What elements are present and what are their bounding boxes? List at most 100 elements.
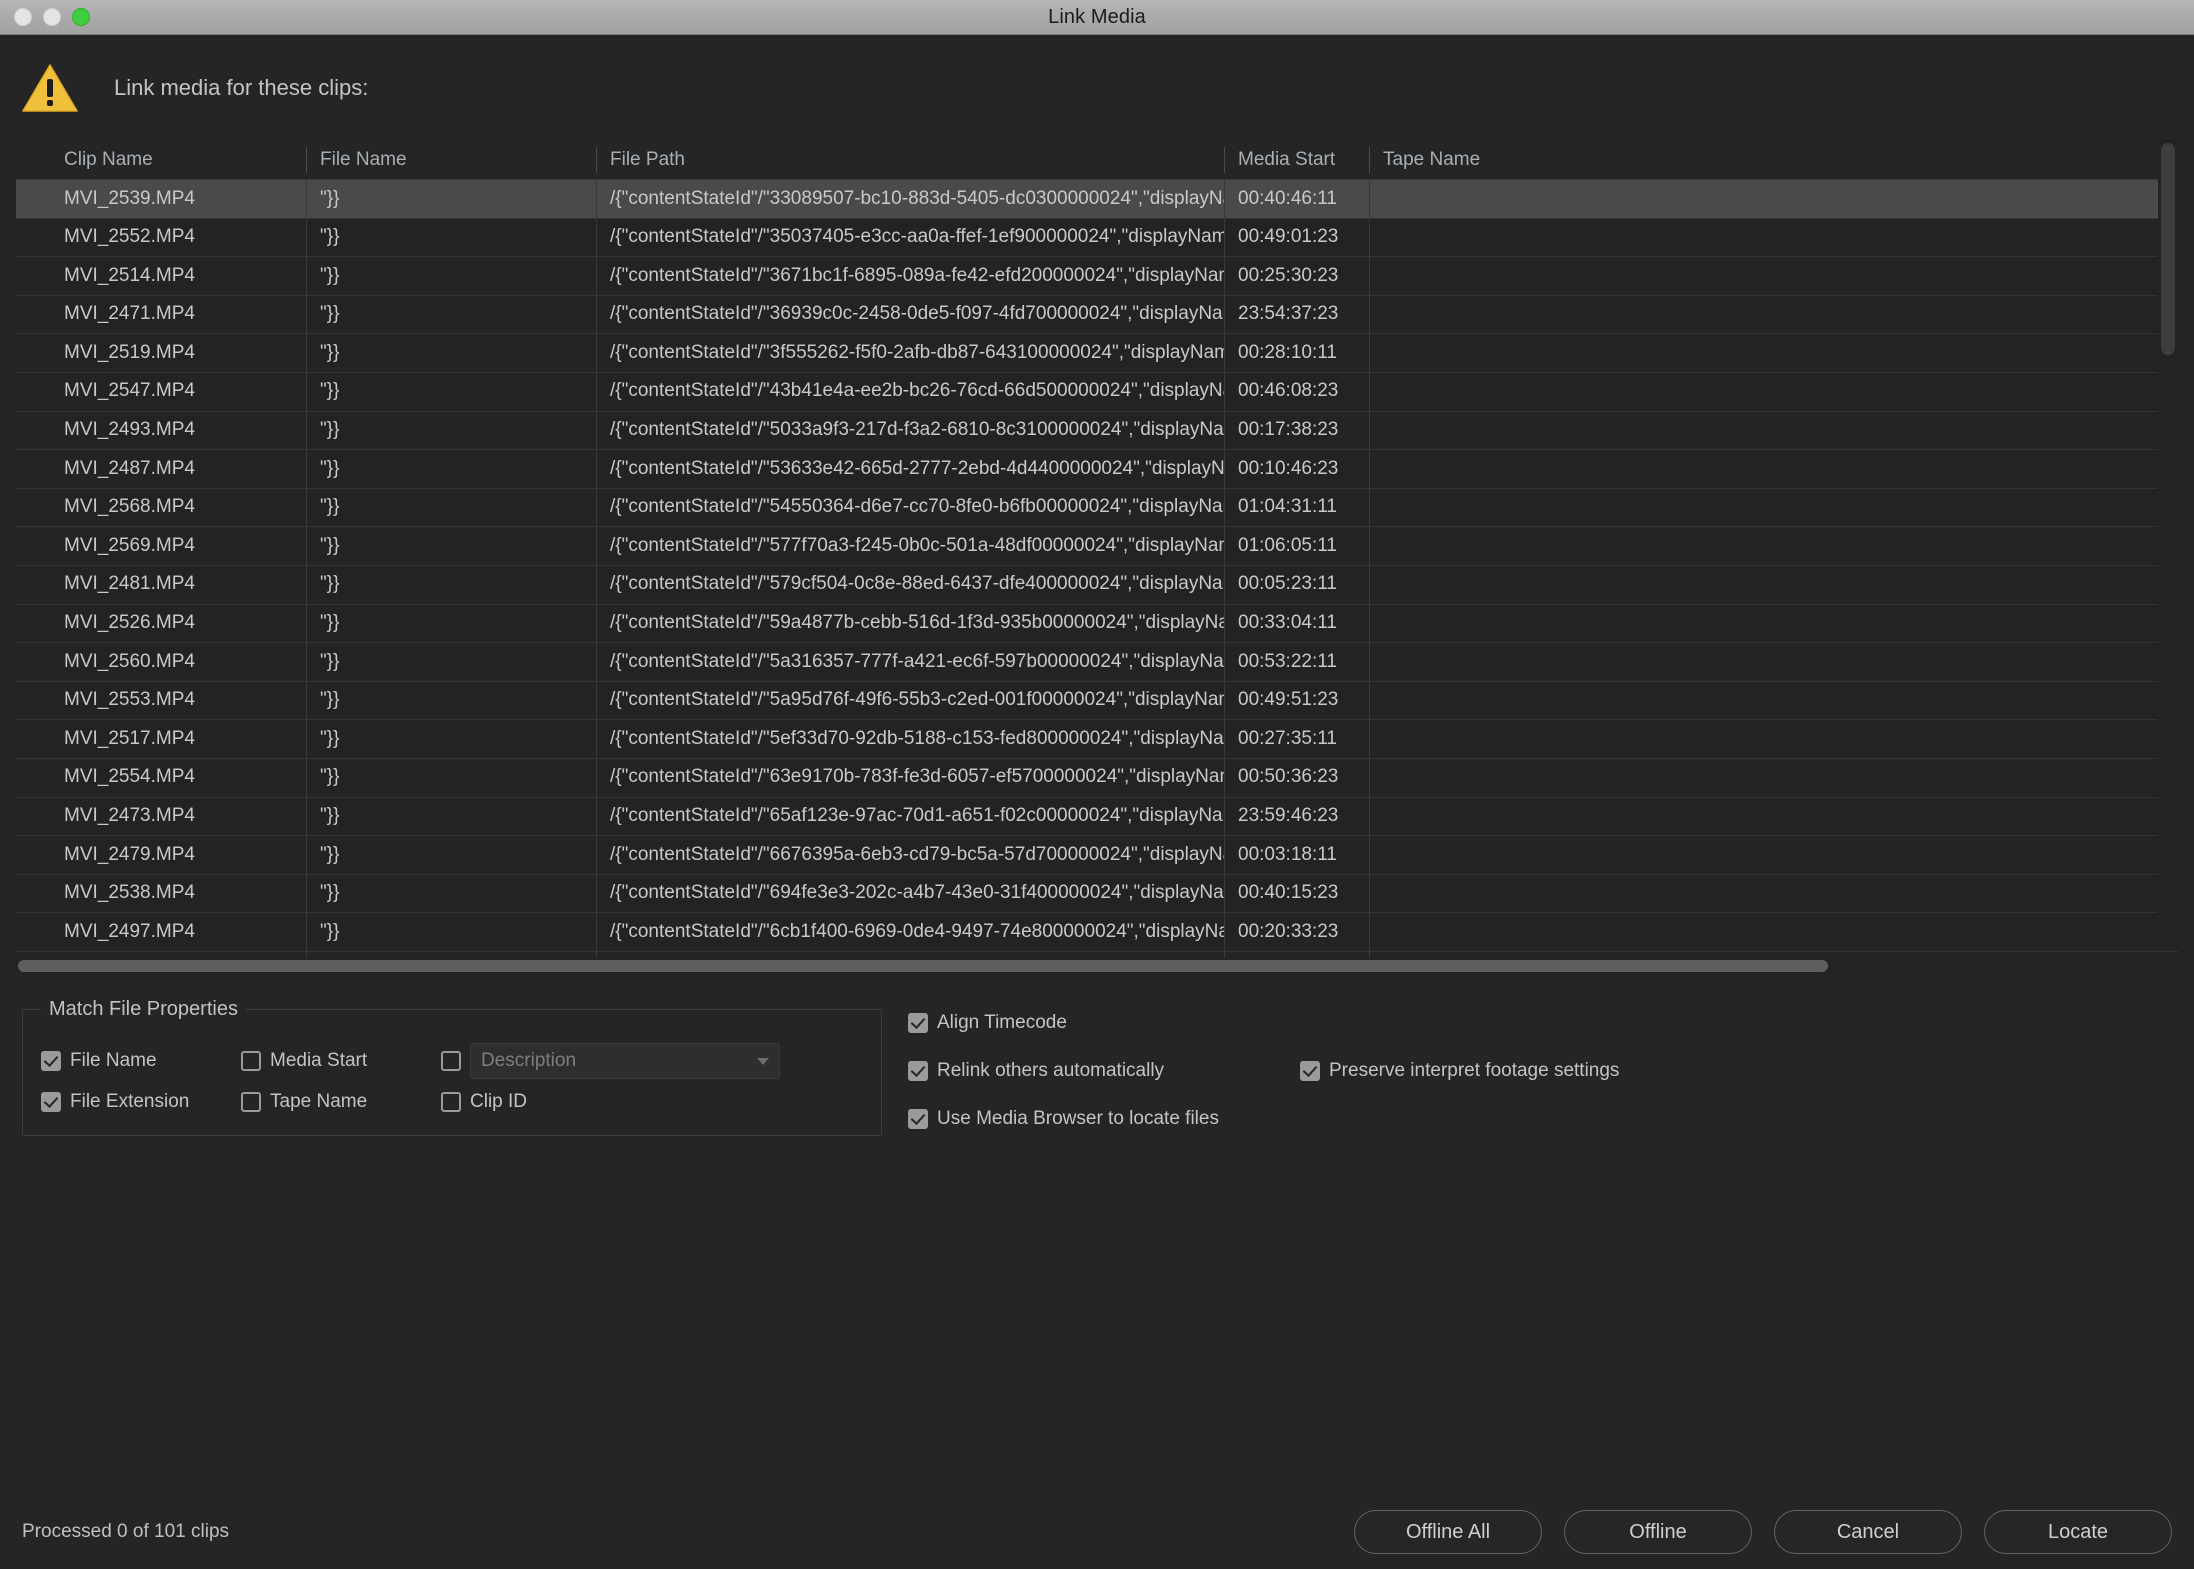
table-row[interactable]: MVI_2473.MP4"}}/{"contentStateId"/"65af1… [16, 798, 2178, 837]
table-row[interactable]: MVI_2554.MP4"}}/{"contentStateId"/"63e91… [16, 759, 2178, 798]
cell-clip-name: MVI_2553.MP4 [16, 681, 306, 720]
checkbox-preserve-interpret-box[interactable] [1300, 1061, 1320, 1081]
checkbox-relink-others-label: Relink others automatically [937, 1060, 1164, 1082]
cell-media-start: 00:27:35:11 [1224, 720, 1369, 759]
table-row[interactable]: MVI_2517.MP4"}}/{"contentStateId"/"5ef33… [16, 720, 2178, 759]
checkbox-relink-others[interactable]: Relink others automatically [908, 1060, 1300, 1082]
cell-media-start: 00:28:10:11 [1224, 334, 1369, 373]
cell-file-path: /{"contentStateId"/"65af123e-97ac-70d1-a… [596, 797, 1224, 836]
cell-clip-name: MVI_2479.MP4 [16, 836, 306, 875]
cell-file-path: /{"contentStateId"/"43b41e4a-ee2b-bc26-7… [596, 372, 1224, 411]
close-window-button[interactable] [14, 8, 32, 26]
cell-tape-name [1369, 450, 2178, 489]
table-row[interactable]: MVI_2479.MP4"}}/{"contentStateId"/"66763… [16, 836, 2178, 875]
table-header-row: Clip Name File Name File Path Media Star… [16, 139, 2178, 179]
checkbox-file-extension[interactable]: File Extension [41, 1091, 241, 1113]
checkbox-use-media-browser[interactable]: Use Media Browser to locate files [908, 1108, 1300, 1130]
checkbox-align-timecode[interactable]: Align Timecode [908, 1012, 1300, 1034]
cell-file-name: "}} [306, 836, 596, 875]
table-row[interactable]: MVI_2569.MP4"}}/{"contentStateId"/"577f7… [16, 527, 2178, 566]
match-file-properties-grid: File Name Media Start Description [41, 1031, 863, 1113]
table-row[interactable]: MVI_2481.MP4"}}/{"contentStateId"/"579cf… [16, 566, 2178, 605]
cell-clip-name: MVI_2497.MP4 [16, 913, 306, 952]
checkbox-tape-name-box[interactable] [241, 1092, 261, 1112]
offline-all-button[interactable]: Offline All [1354, 1510, 1542, 1554]
checkbox-media-start[interactable]: Media Start [241, 1043, 441, 1079]
cell-file-name: "}} [306, 681, 596, 720]
description-select[interactable]: Description [470, 1043, 780, 1079]
cell-file-path: /{"contentStateId"/"5a316357-777f-a421-e… [596, 643, 1224, 682]
checkbox-align-timecode-box[interactable] [908, 1013, 928, 1033]
table-vertical-scrollbar[interactable] [2158, 139, 2178, 917]
checkbox-file-name-box[interactable] [41, 1051, 61, 1071]
table-row[interactable]: MVI_2568.MP4"}}/{"contentStateId"/"54550… [16, 489, 2178, 528]
cell-tape-name [1369, 836, 2178, 875]
match-file-properties-group: Match File Properties File Name Media St… [22, 998, 882, 1136]
cell-file-name: "}} [306, 295, 596, 334]
checkbox-preserve-interpret[interactable]: Preserve interpret footage settings [1300, 1060, 1619, 1082]
table-row[interactable]: MVI_2493.MP4"}}/{"contentStateId"/"5033a… [16, 412, 2178, 451]
cell-file-name: "}} [306, 565, 596, 604]
checkbox-media-start-box[interactable] [241, 1051, 261, 1071]
offline-button[interactable]: Offline [1564, 1510, 1752, 1554]
cell-file-name: "}} [306, 450, 596, 489]
checkbox-file-extension-label: File Extension [70, 1091, 189, 1113]
checkbox-relink-others-box[interactable] [908, 1061, 928, 1081]
checkbox-file-extension-box[interactable] [41, 1092, 61, 1112]
column-header-file-name[interactable]: File Name [306, 147, 596, 173]
match-row-1: File Name Media Start Description [41, 1043, 863, 1079]
cell-file-name: "}} [306, 913, 596, 952]
minimize-window-button[interactable] [43, 8, 61, 26]
table-row[interactable]: MVI_2538.MP4"}}/{"contentStateId"/"694fe… [16, 875, 2178, 914]
prompt-text: Link media for these clips: [114, 75, 368, 101]
checkbox-description-box[interactable] [441, 1051, 461, 1071]
cell-file-name: "}} [306, 257, 596, 296]
table-row[interactable]: MVI_2526.MP4"}}/{"contentStateId"/"59a48… [16, 605, 2178, 644]
cell-file-name: "}} [306, 758, 596, 797]
cell-file-name: "}} [306, 334, 596, 373]
cell-media-start: 23:54:37:23 [1224, 295, 1369, 334]
cell-file-name: "}} [306, 488, 596, 527]
column-header-tape-name[interactable]: Tape Name [1369, 147, 2178, 173]
cell-media-start: 00:49:51:23 [1224, 681, 1369, 720]
cell-media-start: 00:40:46:11 [1224, 180, 1369, 219]
checkbox-description[interactable]: Description [441, 1043, 861, 1079]
cell-file-path: /{"contentStateId"/"36939c0c-2458-0de5-f… [596, 295, 1224, 334]
checkbox-clip-id-box[interactable] [441, 1092, 461, 1112]
table-row[interactable]: MVI_2560.MP4"}}/{"contentStateId"/"5a316… [16, 643, 2178, 682]
table-row[interactable]: MVI_2547.MP4"}}/{"contentStateId"/"43b41… [16, 373, 2178, 412]
table-row[interactable]: MVI_2487.MP4"}}/{"contentStateId"/"53633… [16, 450, 2178, 489]
checkbox-clip-id[interactable]: Clip ID [441, 1091, 861, 1113]
column-header-file-path[interactable]: File Path [596, 147, 1224, 173]
table-row[interactable]: MVI_2519.MP4"}}/{"contentStateId"/"3f555… [16, 334, 2178, 373]
table-row[interactable]: MVI_2553.MP4"}}/{"contentStateId"/"5a95d… [16, 682, 2178, 721]
cancel-button[interactable]: Cancel [1774, 1510, 1962, 1554]
cell-clip-name: MVI_2552.MP4 [16, 218, 306, 257]
cell-tape-name [1369, 411, 2178, 450]
column-header-media-start[interactable]: Media Start [1224, 147, 1369, 173]
options-area: Match File Properties File Name Media St… [0, 974, 2194, 1156]
locate-button[interactable]: Locate [1984, 1510, 2172, 1554]
column-header-clip-name[interactable]: Clip Name [16, 147, 306, 173]
cell-media-start: 00:20:33:23 [1224, 913, 1369, 952]
cell-tape-name [1369, 951, 2178, 958]
table-row[interactable]: MVI_2514.MP4"}}/{"contentStateId"/"3671b… [16, 257, 2178, 296]
cell-file-name: "}} [306, 218, 596, 257]
checkbox-tape-name[interactable]: Tape Name [241, 1091, 441, 1113]
vertical-scrollbar-thumb[interactable] [2161, 143, 2175, 355]
table-horizontal-scrollbar[interactable] [16, 958, 2178, 974]
table-row[interactable]: MVI_2552.MP4"}}/{"contentStateId"/"35037… [16, 219, 2178, 258]
checkbox-file-name[interactable]: File Name [41, 1043, 241, 1079]
horizontal-scrollbar-thumb[interactable] [18, 960, 1828, 972]
table-row[interactable]: MVI_2497.MP4"}}/{"contentStateId"/"6cb1f… [16, 913, 2178, 952]
maximize-window-button[interactable] [72, 8, 90, 26]
cell-media-start: 00:46:08:23 [1224, 372, 1369, 411]
checkbox-use-media-browser-box[interactable] [908, 1109, 928, 1129]
checkbox-file-name-label: File Name [70, 1050, 157, 1072]
cell-clip-name: MVI_2547.MP4 [16, 372, 306, 411]
cell-tape-name [1369, 681, 2178, 720]
table-row[interactable]: MVI_2471.MP4"}}/{"contentStateId"/"36939… [16, 296, 2178, 335]
table-row[interactable]: MVI_2539.MP4"}}/{"contentStateId"/"33089… [16, 180, 2178, 219]
cell-media-start: 00:50:36:23 [1224, 758, 1369, 797]
window-title: Link Media [0, 6, 2194, 29]
